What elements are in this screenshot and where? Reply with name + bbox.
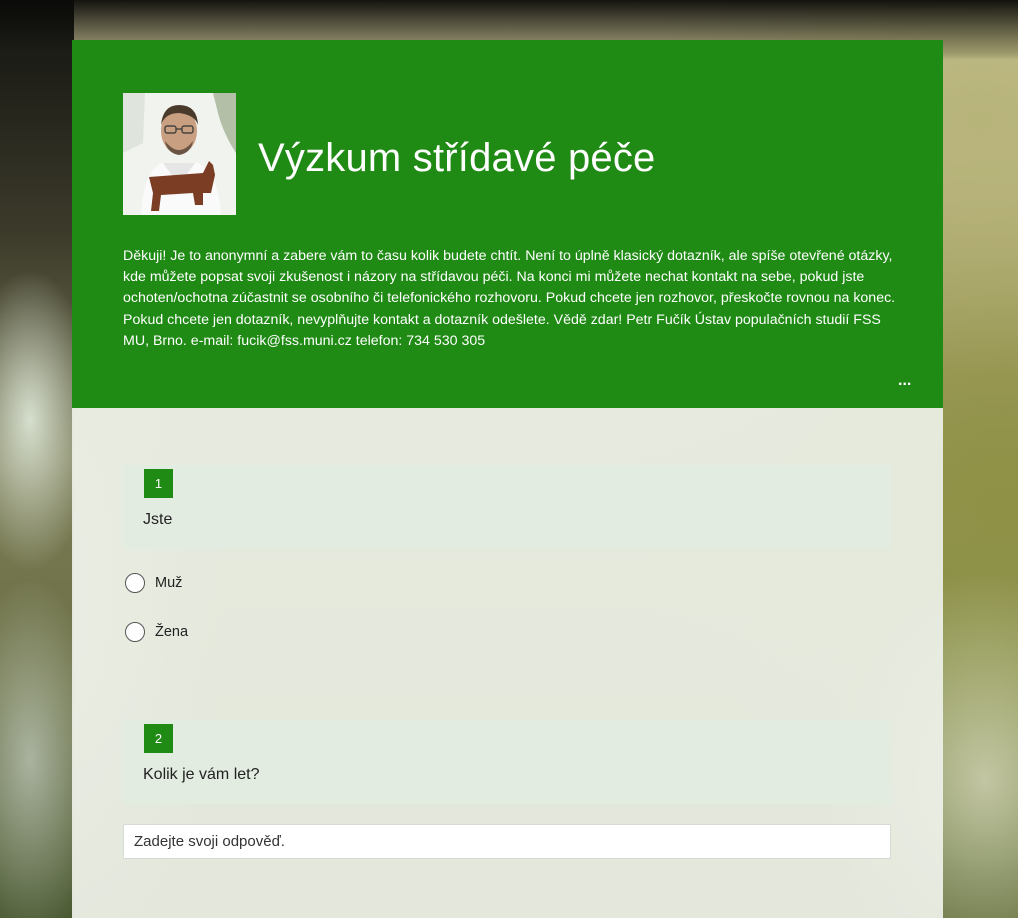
age-answer-input[interactable]: [123, 824, 891, 859]
option-muz[interactable]: Muž: [125, 571, 182, 595]
question-card-1: 1 Jste: [123, 465, 891, 549]
author-photo: [123, 93, 236, 215]
form-card: Výzkum střídavé péče Děkuji! Je to anony…: [72, 40, 943, 918]
form-header: Výzkum střídavé péče Děkuji! Je to anony…: [72, 40, 943, 408]
more-options-icon[interactable]: ...: [898, 373, 912, 389]
background-left: [0, 0, 74, 918]
radio-button[interactable]: [125, 622, 145, 642]
question-title: Kolik je vám let?: [143, 766, 260, 783]
option-label: Žena: [155, 624, 189, 640]
form-title: Výzkum střídavé péče: [258, 136, 656, 180]
question-title: Jste: [143, 511, 173, 528]
question-number-badge: 2: [144, 724, 173, 753]
option-zena[interactable]: Žena: [125, 620, 188, 644]
option-label: Muž: [155, 575, 183, 591]
radio-button[interactable]: [125, 573, 145, 593]
question-card-2: 2 Kolik je vám let?: [123, 720, 891, 804]
question-number-badge: 1: [144, 469, 173, 498]
form-description: Děkuji! Je to anonymní a zabere vám to č…: [123, 248, 896, 349]
